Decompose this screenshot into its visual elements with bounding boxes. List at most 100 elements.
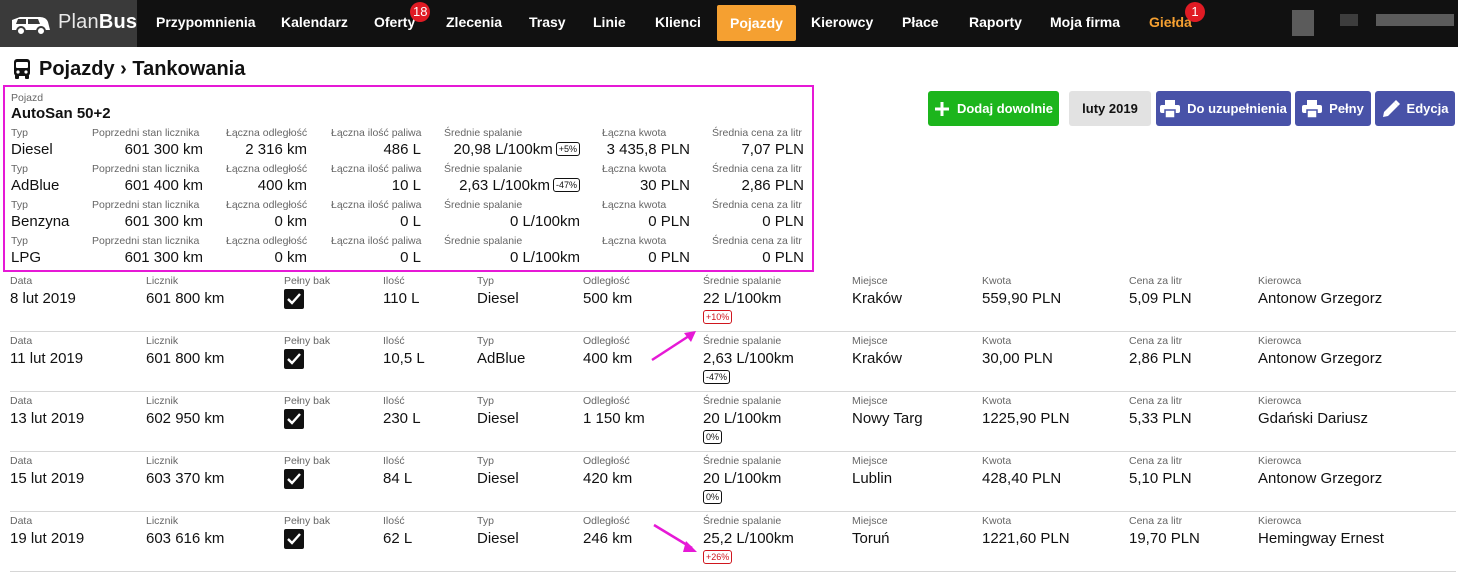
summary-total-fuel-label: Łączna ilość paliwa: [331, 199, 422, 211]
full-tank-label: Pełny bak: [284, 515, 331, 527]
gielda-count-badge: 1: [1185, 2, 1205, 22]
nav-item-kierowcy[interactable]: Kierowcy: [811, 0, 873, 47]
refuel-row[interactable]: Data 11 lut 2019 Licznik 601 800 km Pełn…: [10, 332, 1456, 392]
nav-item-oferty[interactable]: Oferty: [374, 0, 415, 47]
nav-item-pojazdy[interactable]: Pojazdy: [717, 5, 796, 41]
refuel-row[interactable]: Data 15 lut 2019 Licznik 603 370 km Pełn…: [10, 452, 1456, 512]
quantity-value: 62 L: [383, 530, 413, 547]
distance-label: Odległość: [583, 455, 630, 467]
refuel-row[interactable]: Data 19 lut 2019 Licznik 603 616 km Pełn…: [10, 512, 1456, 572]
quantity-label: Ilość: [383, 275, 405, 287]
quantity-label: Ilość: [383, 455, 405, 467]
checkmark-icon: [287, 473, 301, 485]
refuel-row[interactable]: Data 13 lut 2019 Licznik 602 950 km Pełn…: [10, 392, 1456, 452]
nav-item-zlecenia[interactable]: Zlecenia: [446, 0, 502, 47]
edit-button[interactable]: Edycja: [1375, 91, 1455, 126]
summary-prev-odometer-label: Poprzedni stan licznika: [92, 163, 200, 175]
summary-prev-odometer: 601 300 km: [124, 213, 203, 230]
quantity-label: Ilość: [383, 395, 405, 407]
driver-value: Antonow Grzegorz: [1258, 350, 1383, 367]
full-tank-checkbox[interactable]: [284, 349, 304, 369]
summary-avg-price-label: Średnia cena za litr: [712, 235, 802, 247]
amount-value: 559,90 PLN: [982, 290, 1062, 307]
print-to-fill-button[interactable]: Do uzupełnienia: [1156, 91, 1291, 126]
nav-item-kalendarz[interactable]: Kalendarz: [281, 0, 348, 47]
amount-value: 1221,60 PLN: [982, 530, 1070, 547]
price-per-liter-label: Cena za litr: [1129, 455, 1183, 467]
summary-total-distance: 2 316 km: [245, 141, 307, 158]
summary-total-amount-label: Łączna kwota: [602, 235, 667, 247]
avg-consumption-label: Średnie spalanie: [703, 275, 782, 287]
nav-item-place[interactable]: Płace: [902, 0, 939, 47]
price-per-liter-label: Cena za litr: [1129, 275, 1183, 287]
consumption-change-badge: 0%: [703, 430, 723, 444]
quantity-label: Ilość: [383, 335, 405, 347]
planbus-logo[interactable]: PlanBus: [0, 0, 137, 47]
summary-avg-price-label: Średnia cena za litr: [712, 127, 802, 139]
summary-avg-consumption-label: Średnie spalanie: [444, 163, 523, 175]
full-tank-checkbox[interactable]: [284, 529, 304, 549]
full-tank-label: Pełny bak: [284, 335, 331, 347]
full-tank-checkbox[interactable]: [284, 409, 304, 429]
place-label: Miejsce: [852, 335, 888, 347]
type-value: Diesel: [477, 470, 519, 487]
driver-value: Antonow Grzegorz: [1258, 290, 1383, 307]
full-tank-label: Pełny bak: [284, 275, 331, 287]
month-selector-button[interactable]: luty 2019: [1069, 91, 1151, 126]
odometer-value: 603 616 km: [146, 530, 225, 547]
pencil-icon: [1382, 99, 1400, 117]
printer-icon: [1160, 99, 1181, 118]
summary-prev-odometer: 601 300 km: [124, 141, 203, 158]
nav-item-przypomnienia[interactable]: Przypomnienia: [156, 0, 256, 47]
summary-avg-price-label: Średnia cena za litr: [712, 199, 802, 211]
nav-item-trasy[interactable]: Trasy: [529, 0, 566, 47]
summary-total-fuel-label: Łączna ilość paliwa: [331, 235, 422, 247]
full-tank-checkbox[interactable]: [284, 289, 304, 309]
date-value: 19 lut 2019: [10, 530, 85, 547]
summary-total-distance: 0 km: [274, 249, 307, 266]
plus-icon: [934, 101, 949, 116]
blurred-user-name[interactable]: [1376, 14, 1454, 26]
type-label: Typ: [477, 515, 494, 527]
type-label: Typ: [477, 275, 494, 287]
place-value: Nowy Targ: [852, 410, 923, 427]
avg-consumption-label: Średnie spalanie: [703, 455, 782, 467]
summary-avg-consumption-label: Średnie spalanie: [444, 235, 523, 247]
driver-label: Kierowca: [1258, 275, 1302, 287]
nav-item-klienci[interactable]: Klienci: [655, 0, 701, 47]
amount-label: Kwota: [982, 335, 1012, 347]
driver-value: Hemingway Ernest: [1258, 530, 1384, 547]
summary-avg-consumption: 0 L/100km: [509, 249, 580, 266]
amount-value: 1225,90 PLN: [982, 410, 1070, 427]
avg-consumption-value: 20 L/100km: [703, 470, 782, 487]
place-label: Miejsce: [852, 515, 888, 527]
summary-avg-consumption-label: Średnie spalanie: [444, 127, 523, 139]
date-label: Data: [10, 335, 33, 347]
summary-avg-consumption-value: 20,98 L/100km: [453, 141, 553, 158]
place-value: Kraków: [852, 350, 903, 367]
summary-type-label: Typ: [11, 199, 28, 211]
refuel-row[interactable]: Data 8 lut 2019 Licznik 601 800 km Pełny…: [10, 272, 1456, 332]
checkmark-icon: [287, 293, 301, 305]
summary-total-fuel: 0 L: [400, 249, 421, 266]
odometer-value: 601 800 km: [146, 350, 225, 367]
nav-item-raporty[interactable]: Raporty: [969, 0, 1022, 47]
full-tank-checkbox[interactable]: [284, 469, 304, 489]
summary-avg-price: 7,07 PLN: [741, 141, 804, 158]
add-refuel-button[interactable]: Dodaj dowolnie: [928, 91, 1059, 126]
nav-item-linie[interactable]: Linie: [593, 0, 626, 47]
date-label: Data: [10, 395, 33, 407]
summary-prev-odometer-label: Poprzedni stan licznika: [92, 235, 200, 247]
consumption-change-badge: 0%: [703, 490, 723, 504]
summary-prev-odometer-label: Poprzedni stan licznika: [92, 127, 200, 139]
odometer-value: 601 800 km: [146, 290, 225, 307]
nav-item-moja-firma[interactable]: Moja firma: [1050, 0, 1120, 47]
summary-avg-price: 0 PLN: [762, 213, 804, 230]
blurred-user-avatar[interactable]: [1292, 10, 1314, 36]
summary-prev-odometer: 601 400 km: [124, 177, 203, 194]
summary-total-distance-label: Łączna odległość: [226, 199, 308, 211]
print-full-button[interactable]: Pełny: [1295, 91, 1371, 126]
price-per-liter-value: 5,33 PLN: [1129, 410, 1192, 427]
distance-value: 400 km: [583, 350, 633, 367]
price-per-liter-label: Cena za litr: [1129, 515, 1183, 527]
